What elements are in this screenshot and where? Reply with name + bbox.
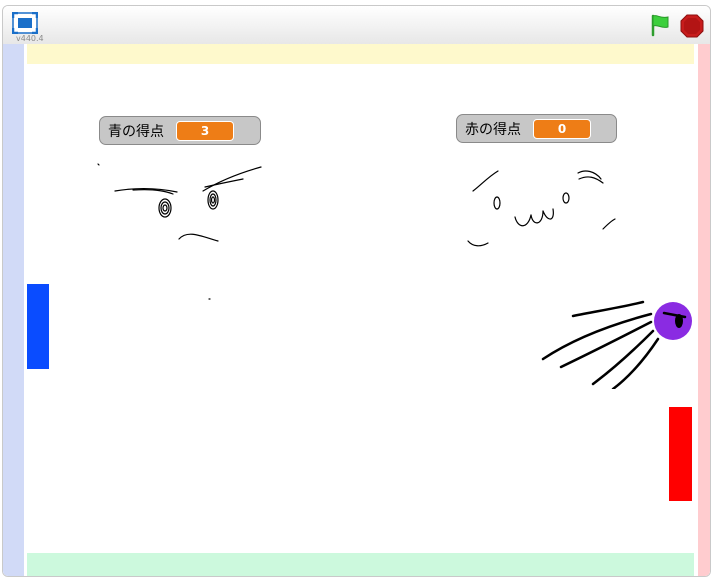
red-score-value: 0 [533,118,591,139]
right-wall [698,44,710,576]
blue-score-monitor: 青の得点 3 [99,116,261,145]
game-stage[interactable]: 青の得点 3 赤の得点 0 [3,44,710,576]
blue-paddle [27,284,49,369]
angry-face-drawing [97,163,262,300]
top-wall [27,44,694,64]
player-toolbar: v440.4 [3,6,710,47]
ball-sprite [541,300,692,389]
scratch-player: v440.4 青の得点 3 赤の得点 0 [2,5,711,577]
version-label: v440.4 [16,34,44,43]
left-wall [3,44,24,576]
smiling-face-drawing [467,170,616,247]
red-paddle [669,407,692,501]
bottom-wall [27,553,694,576]
fullscreen-icon[interactable] [12,12,38,34]
blue-score-label: 青の得点 [108,123,164,140]
red-score-monitor: 赤の得点 0 [456,114,617,143]
blue-score-value: 3 [176,120,234,141]
ball [654,302,692,340]
red-score-label: 赤の得点 [465,121,521,138]
stop-sign-icon[interactable] [680,14,704,38]
green-flag-icon[interactable] [648,13,672,37]
